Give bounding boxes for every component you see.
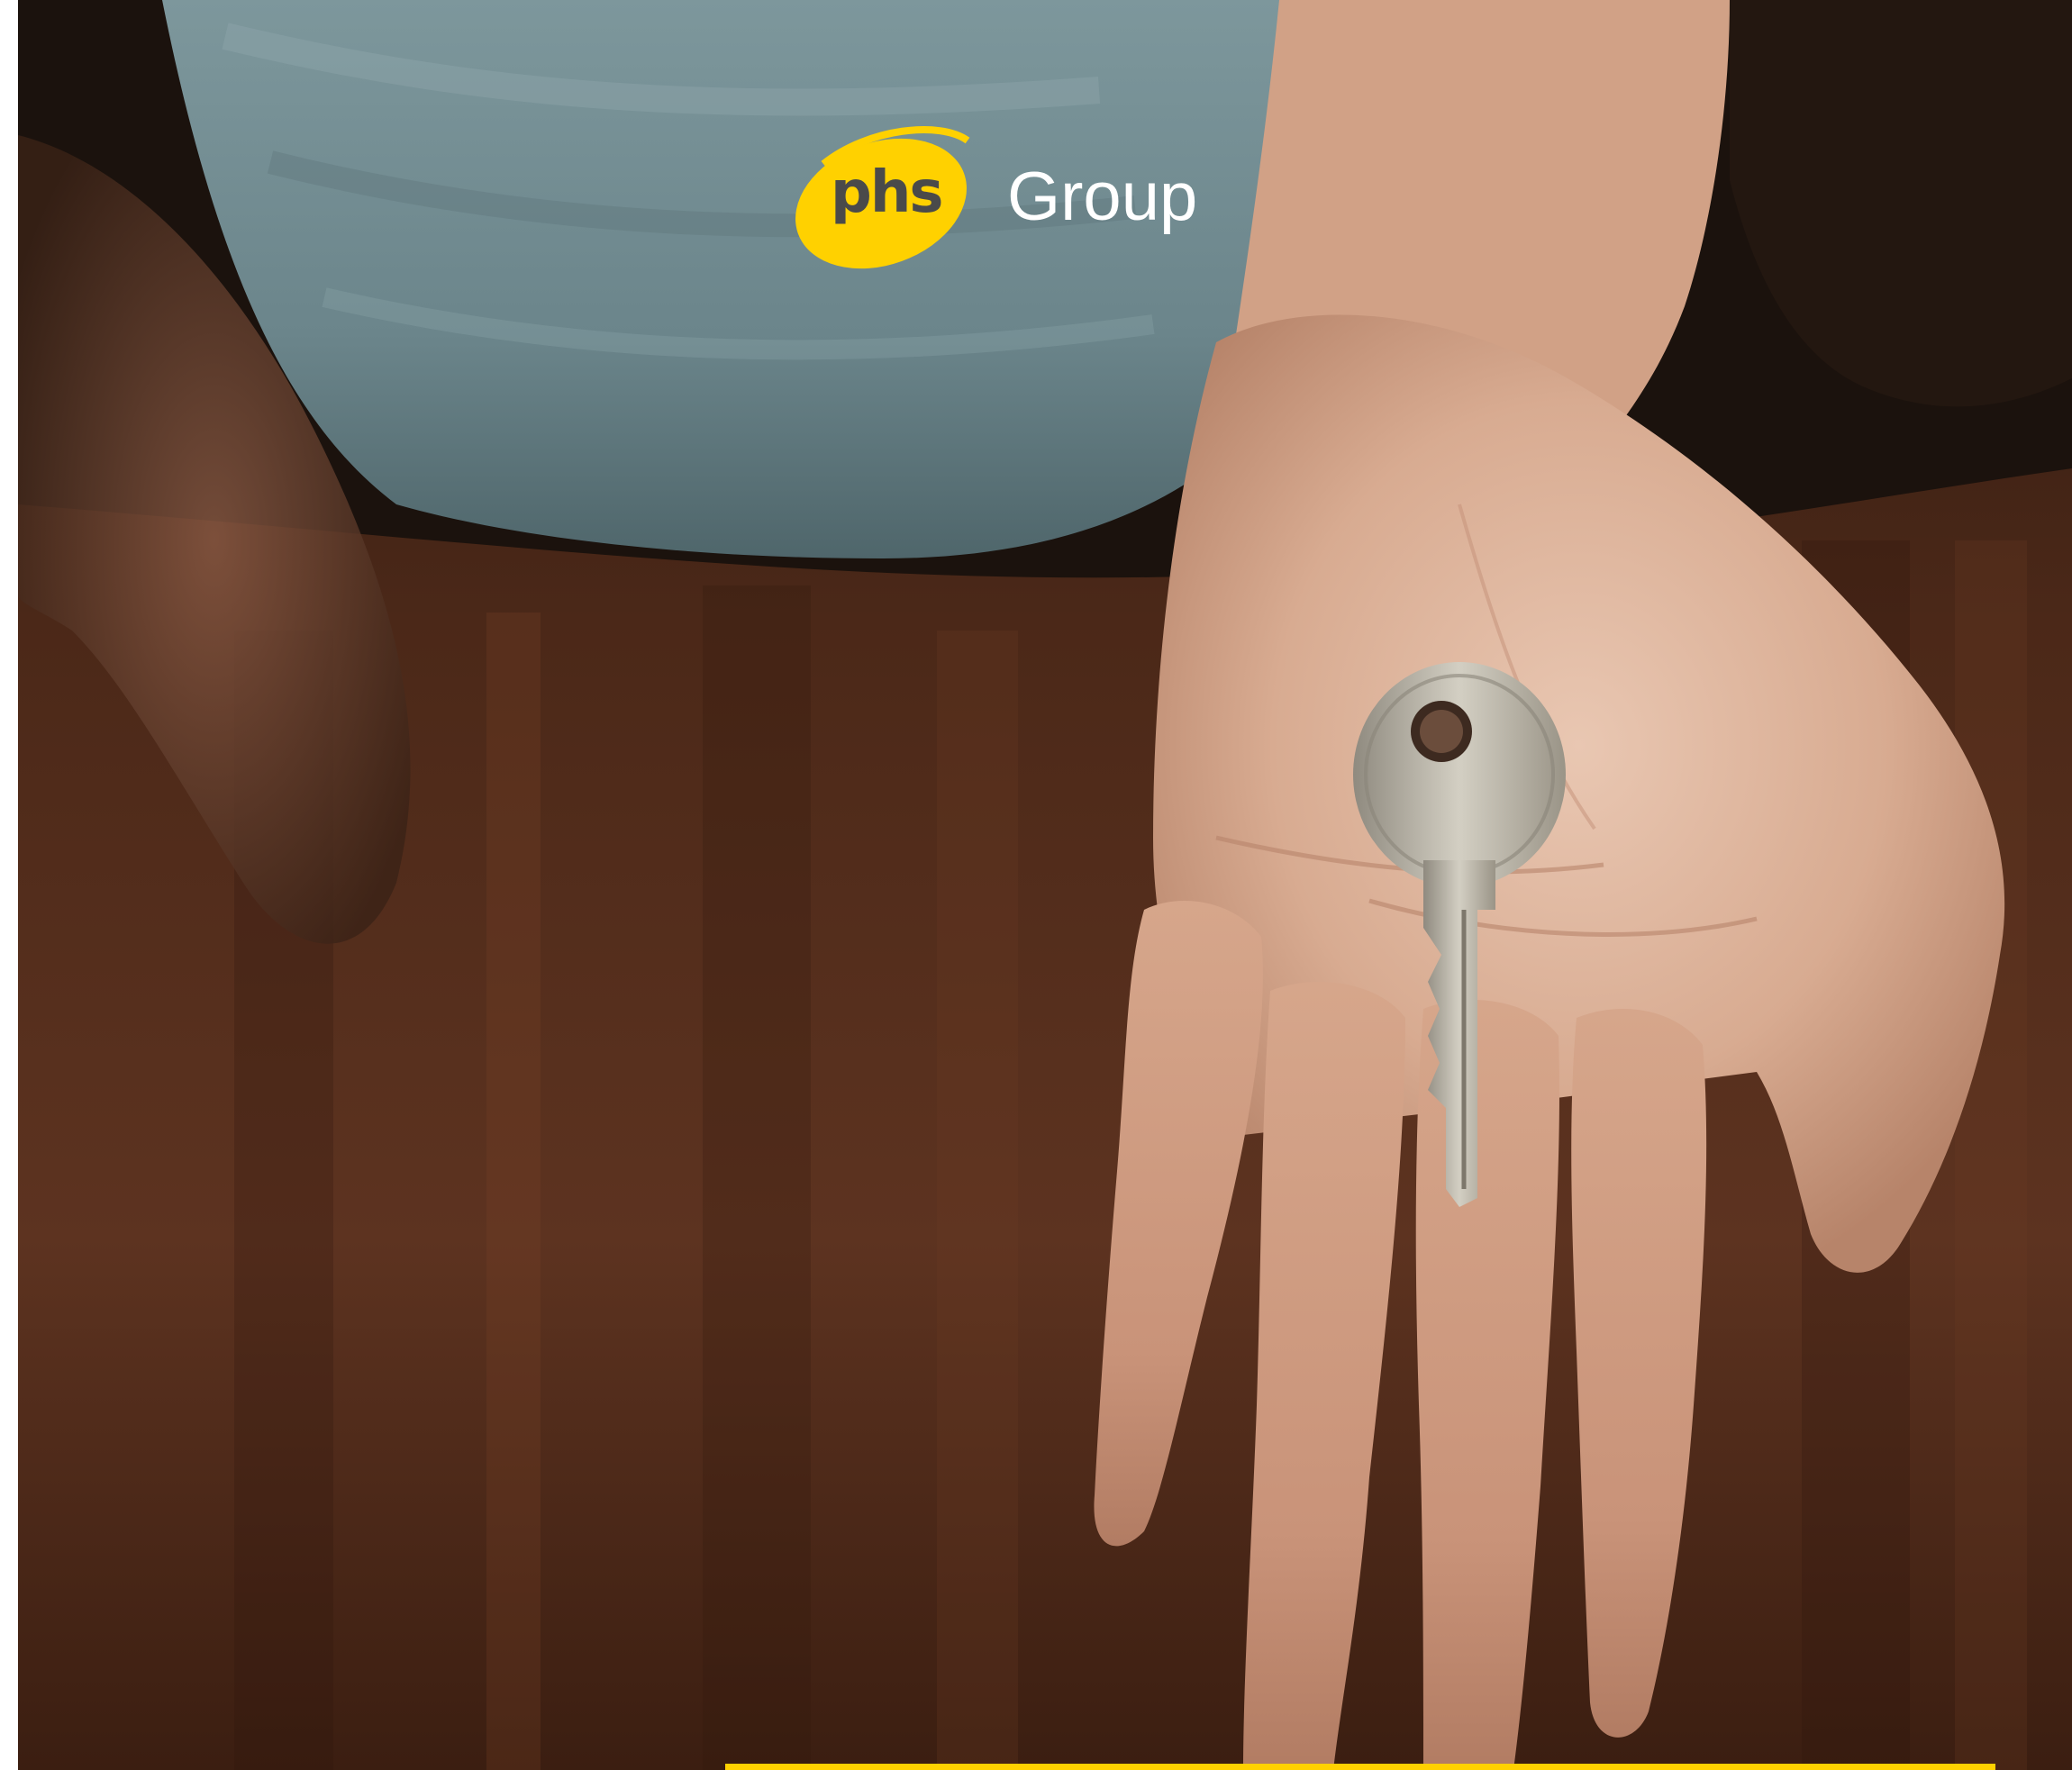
phs-group-logo: phs Group xyxy=(787,121,1197,274)
accent-strip xyxy=(725,1764,1995,1770)
logo-name-text: Group xyxy=(1007,159,1198,235)
phs-logo-mark: phs xyxy=(787,121,980,274)
logo-mark-text: phs xyxy=(831,159,943,226)
cover-page: phs Group xyxy=(0,0,2072,1770)
